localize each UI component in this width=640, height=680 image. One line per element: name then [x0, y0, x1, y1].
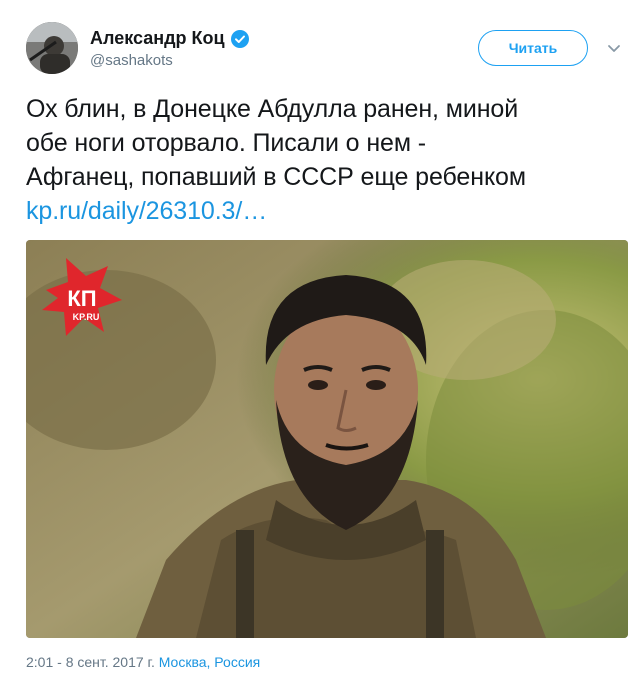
tweet-text-line: обе ноги оторвало. Писали о нем -: [26, 129, 426, 157]
tweet-text: Ох блин, в Донецке Абдулла ранен, миной …: [26, 92, 626, 228]
watermark-logo-text: КП: [67, 286, 96, 311]
verified-badge-icon: [230, 29, 249, 48]
author-name[interactable]: Александр Коц: [90, 28, 225, 49]
watermark-logo-subtext: KP.RU: [73, 312, 100, 322]
tweet-photo[interactable]: КП KP.RU: [26, 240, 628, 638]
tweet-text-line: Афганец, попавший в СССР еще ребенком: [26, 163, 526, 191]
author-name-row: Александр Коц: [90, 28, 249, 49]
tweet-link[interactable]: kp.ru/daily/26310.3/…: [26, 197, 267, 225]
tweet-footer: 2:01 - 8 сент. 2017 г. Москва, Россия: [26, 654, 260, 670]
author-handle[interactable]: @sashakots: [90, 52, 173, 69]
tweet-timestamp[interactable]: 2:01 - 8 сент. 2017 г.: [26, 654, 155, 670]
tweet-header: Александр Коц @sashakots Читать: [26, 22, 626, 78]
follow-button[interactable]: Читать: [478, 30, 588, 66]
tweet-location[interactable]: Москва, Россия: [159, 654, 261, 670]
chevron-down-icon[interactable]: [606, 40, 622, 56]
tweet-text-line: Ох блин, в Донецке Абдулла ранен, миной: [26, 95, 519, 123]
avatar[interactable]: [26, 22, 78, 74]
